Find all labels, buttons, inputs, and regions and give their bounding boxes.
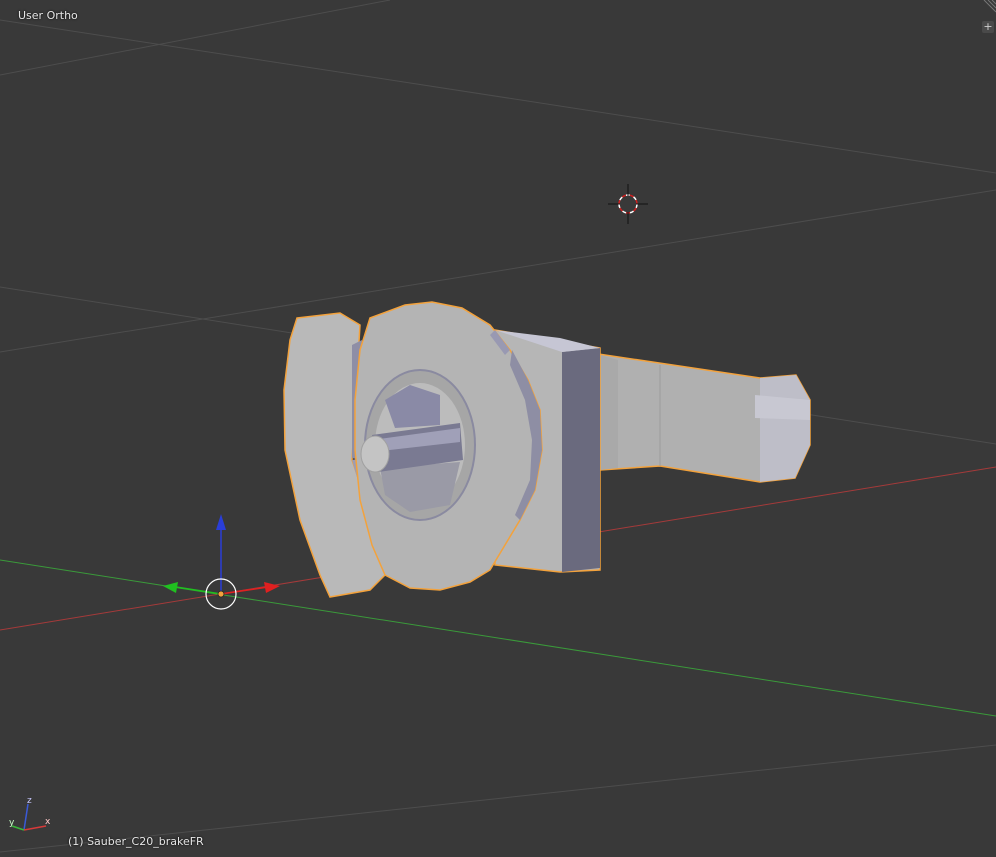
view-label: User Ortho [18, 9, 78, 22]
3d-viewport[interactable]: z x y User Ortho (1) Sauber_C20_brakeFR … [0, 0, 996, 857]
active-object-label: (1) Sauber_C20_brakeFR [68, 835, 204, 848]
plus-icon[interactable]: + [982, 21, 994, 33]
viewport-canvas[interactable]: z x y [0, 0, 996, 857]
axis-x-label: x [45, 817, 51, 827]
axis-orientation-icon: z x y [9, 796, 51, 831]
transform-manipulator-icon[interactable] [163, 514, 280, 610]
axis-z-label: z [27, 796, 32, 806]
brake-mesh-object[interactable] [283, 301, 811, 598]
axis-y-label: y [9, 818, 15, 828]
y-axis-line [0, 559, 996, 717]
area-split-handle[interactable] [983, 0, 996, 13]
3d-cursor-icon[interactable] [608, 184, 648, 224]
